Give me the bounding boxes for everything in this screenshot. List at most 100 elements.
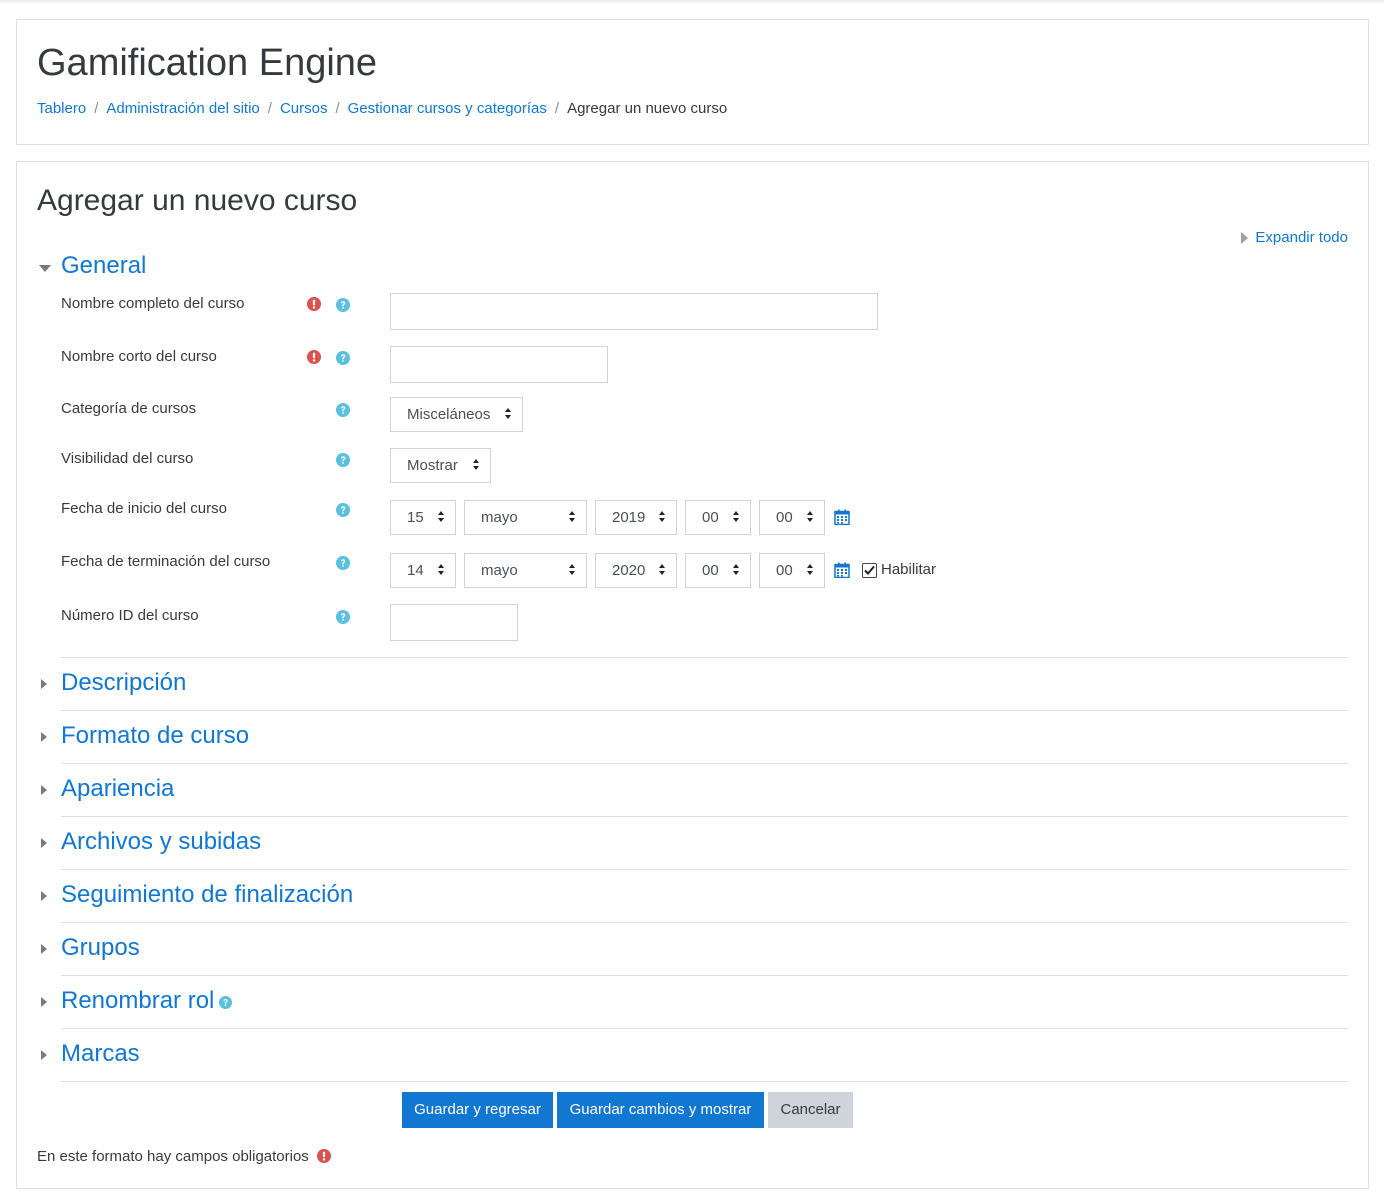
help-icon[interactable] (219, 996, 232, 1009)
required-icon (317, 1149, 331, 1163)
breadcrumb-courses[interactable]: Cursos (280, 100, 328, 117)
category-select[interactable]: Misceláneos (390, 397, 523, 432)
expand-section-icon[interactable] (41, 891, 47, 901)
main-content: Agregar un nuevo curso Expandir todo Gen… (16, 161, 1369, 1189)
select-arrows-icon (569, 511, 576, 524)
breadcrumb-manage-courses[interactable]: Gestionar cursos y categorías (348, 100, 547, 117)
section-divider (61, 922, 1348, 923)
startdate-day-select[interactable]: 15 (390, 500, 456, 535)
breadcrumb-separator: / (335, 100, 340, 117)
select-arrows-icon (807, 511, 814, 524)
check-icon (864, 565, 875, 575)
shortname-input[interactable] (390, 346, 608, 383)
cancel-button[interactable]: Cancelar (768, 1092, 853, 1128)
section-divider (61, 816, 1348, 817)
enddate-hour-value: 00 (702, 562, 719, 579)
required-icon (307, 297, 321, 311)
enddate-day-select[interactable]: 14 (390, 553, 456, 588)
expand-section-icon[interactable] (41, 679, 47, 689)
breadcrumb-separator: / (267, 100, 272, 117)
section-completion-tracking-title[interactable]: Seguimiento de finalización (61, 881, 353, 909)
section-divider (61, 1081, 1348, 1082)
expand-arrow-icon (1241, 231, 1249, 244)
visibility-select[interactable]: Mostrar (390, 448, 491, 483)
visibility-select-value: Mostrar (407, 457, 458, 474)
select-arrows-icon (733, 511, 740, 524)
fullname-label: Nombre completo del curso (61, 295, 245, 312)
expand-section-icon[interactable] (41, 1050, 47, 1060)
calendar-icon[interactable] (834, 562, 850, 578)
startdate-minute-value: 00 (776, 509, 793, 526)
section-tags-title[interactable]: Marcas (61, 1040, 140, 1068)
enddate-minute-select[interactable]: 00 (759, 553, 825, 588)
page-header: Gamification Engine Tablero / Administraci… (16, 19, 1369, 145)
expand-all-link[interactable]: Expandir todo (1241, 229, 1348, 246)
help-icon[interactable] (336, 351, 350, 365)
select-arrows-icon (659, 511, 666, 524)
enddate-enable-label[interactable]: Habilitar (881, 561, 936, 578)
enddate-year-value: 2020 (612, 562, 646, 579)
page-title: Agregar un nuevo curso (37, 184, 358, 217)
breadcrumb: Tablero / Administración del sitio / Cursos /… (37, 100, 727, 117)
startdate-year-select[interactable]: 2019 (595, 500, 677, 535)
enddate-enable-checkbox[interactable] (862, 563, 877, 578)
top-navbar-shadow (0, 0, 1384, 4)
section-appearance-title[interactable]: Apariencia (61, 775, 174, 803)
section-rename-role-title[interactable]: Renombrar rol (61, 987, 214, 1015)
category-label: Categoría de cursos (61, 400, 197, 417)
startdate-minute-select[interactable]: 00 (759, 500, 825, 535)
select-arrows-icon (505, 408, 512, 421)
expand-section-icon[interactable] (41, 997, 47, 1007)
help-icon[interactable] (336, 503, 350, 517)
fullname-input[interactable] (390, 293, 878, 330)
breadcrumb-site-admin[interactable]: Administración del sitio (106, 100, 259, 117)
section-description-title[interactable]: Descripción (61, 669, 186, 697)
expand-all-label: Expandir todo (1255, 229, 1348, 246)
breadcrumb-dashboard[interactable]: Tablero (37, 100, 86, 117)
calendar-icon[interactable] (834, 509, 850, 525)
help-icon[interactable] (336, 403, 350, 417)
enddate-minute-value: 00 (776, 562, 793, 579)
section-course-format-title[interactable]: Formato de curso (61, 722, 249, 750)
startdate-hour-select[interactable]: 00 (685, 500, 751, 535)
shortname-label: Nombre corto del curso (61, 348, 217, 365)
enddate-month-select[interactable]: mayo (464, 553, 587, 588)
section-files-uploads-title[interactable]: Archivos y subidas (61, 828, 261, 856)
startdate-month-value: mayo (481, 509, 518, 526)
startdate-day-value: 15 (407, 509, 424, 526)
site-title: Gamification Engine (37, 42, 378, 84)
collapse-general-icon[interactable] (39, 265, 51, 272)
section-general-title[interactable]: General (61, 252, 146, 280)
breadcrumb-separator: / (94, 100, 99, 117)
idnumber-input[interactable] (390, 604, 518, 641)
help-icon[interactable] (336, 610, 350, 624)
help-icon[interactable] (336, 453, 350, 467)
startdate-year-value: 2019 (612, 509, 646, 526)
enddate-day-value: 14 (407, 562, 424, 579)
enddate-year-select[interactable]: 2020 (595, 553, 677, 588)
section-divider (61, 657, 1348, 658)
expand-section-icon[interactable] (41, 838, 47, 848)
section-groups-title[interactable]: Grupos (61, 934, 140, 962)
startdate-hour-value: 00 (702, 509, 719, 526)
section-divider (61, 710, 1348, 711)
visibility-label: Visibilidad del curso (61, 450, 194, 467)
required-icon (307, 350, 321, 364)
category-select-value: Misceláneos (407, 406, 491, 423)
section-divider (61, 1028, 1348, 1029)
help-icon[interactable] (336, 298, 350, 312)
select-arrows-icon (733, 564, 740, 577)
select-arrows-icon (659, 564, 666, 577)
help-icon[interactable] (336, 556, 350, 570)
section-divider (61, 763, 1348, 764)
idnumber-label: Número ID del curso (61, 607, 199, 624)
required-fields-note-text: En este formato hay campos obligatorios (37, 1148, 309, 1165)
required-fields-note: En este formato hay campos obligatorios (37, 1148, 331, 1165)
save-display-button[interactable]: Guardar cambios y mostrar (557, 1092, 764, 1128)
expand-section-icon[interactable] (41, 785, 47, 795)
startdate-month-select[interactable]: mayo (464, 500, 587, 535)
enddate-hour-select[interactable]: 00 (685, 553, 751, 588)
save-return-button[interactable]: Guardar y regresar (402, 1092, 553, 1128)
expand-section-icon[interactable] (41, 732, 47, 742)
expand-section-icon[interactable] (41, 944, 47, 954)
